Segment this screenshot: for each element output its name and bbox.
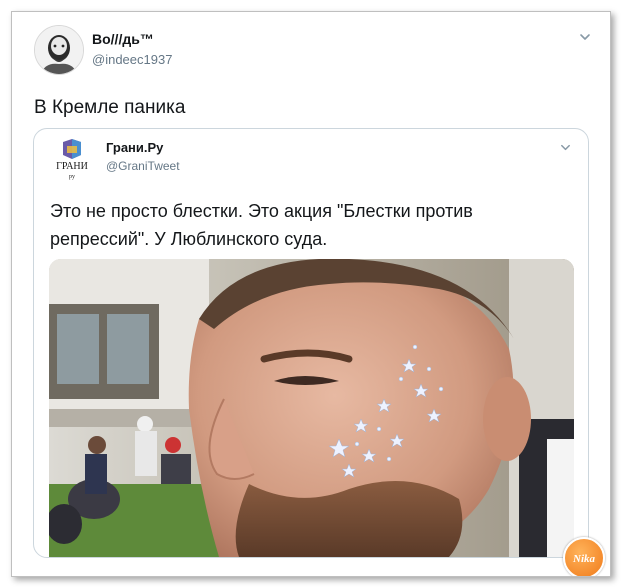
quoted-tweet-text: Это не просто блестки. Это акция "Блестк…: [50, 201, 473, 249]
chevron-down-icon[interactable]: [578, 30, 592, 44]
author-handle[interactable]: @indeec1937: [92, 52, 172, 67]
avatar-subtext: ру: [69, 174, 75, 180]
author-name[interactable]: Во///дь™: [92, 31, 154, 47]
avatar-wordmark: ГРАНИ: [56, 161, 88, 172]
tweet-card: Во///дь™ @indeec1937 В Кремле паника ГРА…: [11, 11, 611, 577]
watermark-wordmark: Nika: [572, 553, 596, 565]
grani-logo-icon: ГРАНИ ру: [51, 138, 93, 180]
quoted-author-handle[interactable]: @GraniTweet: [106, 159, 180, 173]
quoted-tweet[interactable]: ГРАНИ ру Грани.Ру @GraniTweet Это не про…: [33, 128, 589, 558]
glitter-face-photo: [49, 259, 574, 557]
quoted-author-avatar[interactable]: ГРАНИ ру: [51, 138, 93, 180]
tweet-text: В Кремле паника: [34, 97, 186, 118]
quoted-author-name[interactable]: Грани.Ру: [106, 140, 163, 155]
watermark-text: Nika: [572, 553, 596, 565]
bearded-man-portrait-icon: [35, 26, 83, 74]
author-avatar[interactable]: [34, 25, 84, 75]
nika-watermark-logo: Nika: [563, 537, 605, 576]
tweet-photo[interactable]: [49, 259, 574, 557]
chevron-down-icon[interactable]: [559, 141, 572, 154]
